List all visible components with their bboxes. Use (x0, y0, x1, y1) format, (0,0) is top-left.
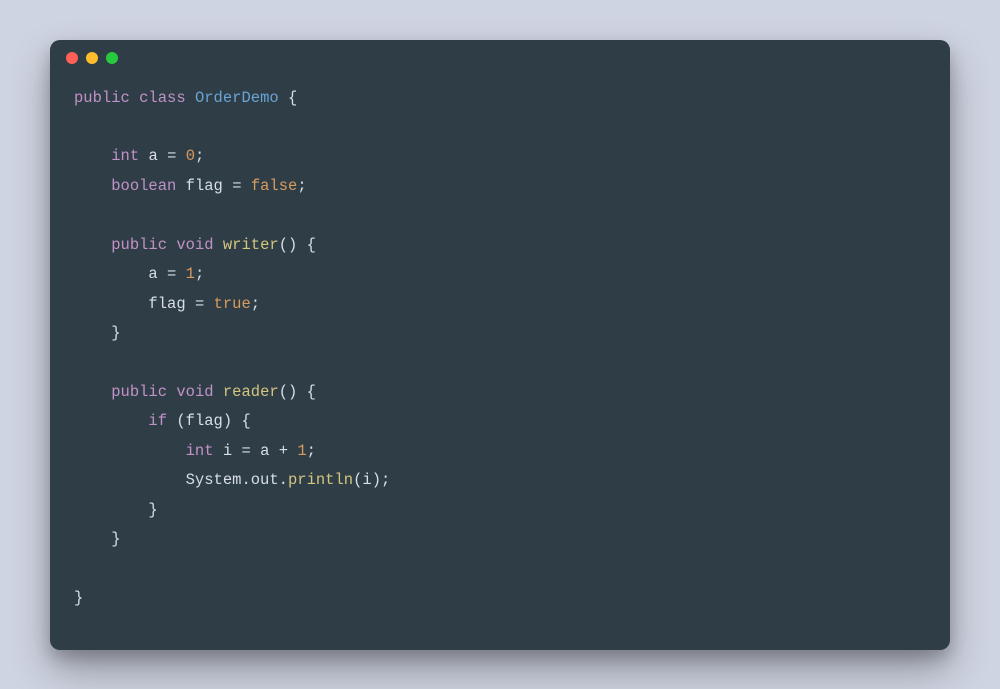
dot: . (241, 471, 250, 489)
kw-if: if (148, 412, 167, 430)
brace-close: } (111, 324, 120, 342)
type-int: int (111, 147, 139, 165)
expr-a: a (260, 442, 269, 460)
bool-true: true (214, 295, 251, 313)
maximize-icon[interactable] (106, 52, 118, 64)
semi: ; (307, 442, 316, 460)
ident-out: out (251, 471, 279, 489)
field-a: a (148, 147, 157, 165)
brace-open: { (307, 236, 316, 254)
class-name: OrderDemo (195, 89, 279, 107)
ident-system: System (186, 471, 242, 489)
semi: ; (195, 265, 204, 283)
fn-writer: writer (223, 236, 279, 254)
paren-open: ( (176, 412, 185, 430)
kw-void: void (176, 383, 213, 401)
bool-false: false (251, 177, 298, 195)
semi: ; (381, 471, 390, 489)
plus: + (279, 442, 288, 460)
semi: ; (195, 147, 204, 165)
dot: . (279, 471, 288, 489)
brace-close: } (74, 589, 83, 607)
kw-public: public (111, 383, 167, 401)
brace-open: { (242, 412, 251, 430)
type-boolean: boolean (111, 177, 176, 195)
paren-open: ( (353, 471, 362, 489)
field-flag: flag (186, 177, 223, 195)
eq: = (232, 177, 241, 195)
eq: = (195, 295, 204, 313)
kw-void: void (176, 236, 213, 254)
paren-close: ) (372, 471, 381, 489)
ident-flag: flag (148, 295, 185, 313)
fn-reader: reader (223, 383, 279, 401)
brace-close: } (111, 530, 120, 548)
code-window: public class OrderDemo { int a = 0; bool… (50, 40, 950, 650)
close-icon[interactable] (66, 52, 78, 64)
brace-open: { (307, 383, 316, 401)
ident-a: a (148, 265, 157, 283)
paren-close: ) (223, 412, 232, 430)
parens: () (279, 236, 298, 254)
semi: ; (297, 177, 306, 195)
brace-close: } (148, 501, 157, 519)
code-content: public class OrderDemo { int a = 0; bool… (50, 76, 950, 650)
num-1: 1 (186, 265, 195, 283)
num-0: 0 (186, 147, 195, 165)
arg-i: i (362, 471, 371, 489)
eq: = (241, 442, 250, 460)
fn-println: println (288, 471, 353, 489)
num-1: 1 (297, 442, 306, 460)
eq: = (167, 147, 176, 165)
minimize-icon[interactable] (86, 52, 98, 64)
brace-open: { (288, 89, 297, 107)
cond-flag: flag (186, 412, 223, 430)
window-titlebar (50, 40, 950, 76)
semi: ; (251, 295, 260, 313)
kw-public: public (111, 236, 167, 254)
ident-i: i (223, 442, 232, 460)
eq: = (167, 265, 176, 283)
kw-class: class (139, 89, 186, 107)
parens: () (279, 383, 298, 401)
type-int: int (186, 442, 214, 460)
kw-public: public (74, 89, 130, 107)
